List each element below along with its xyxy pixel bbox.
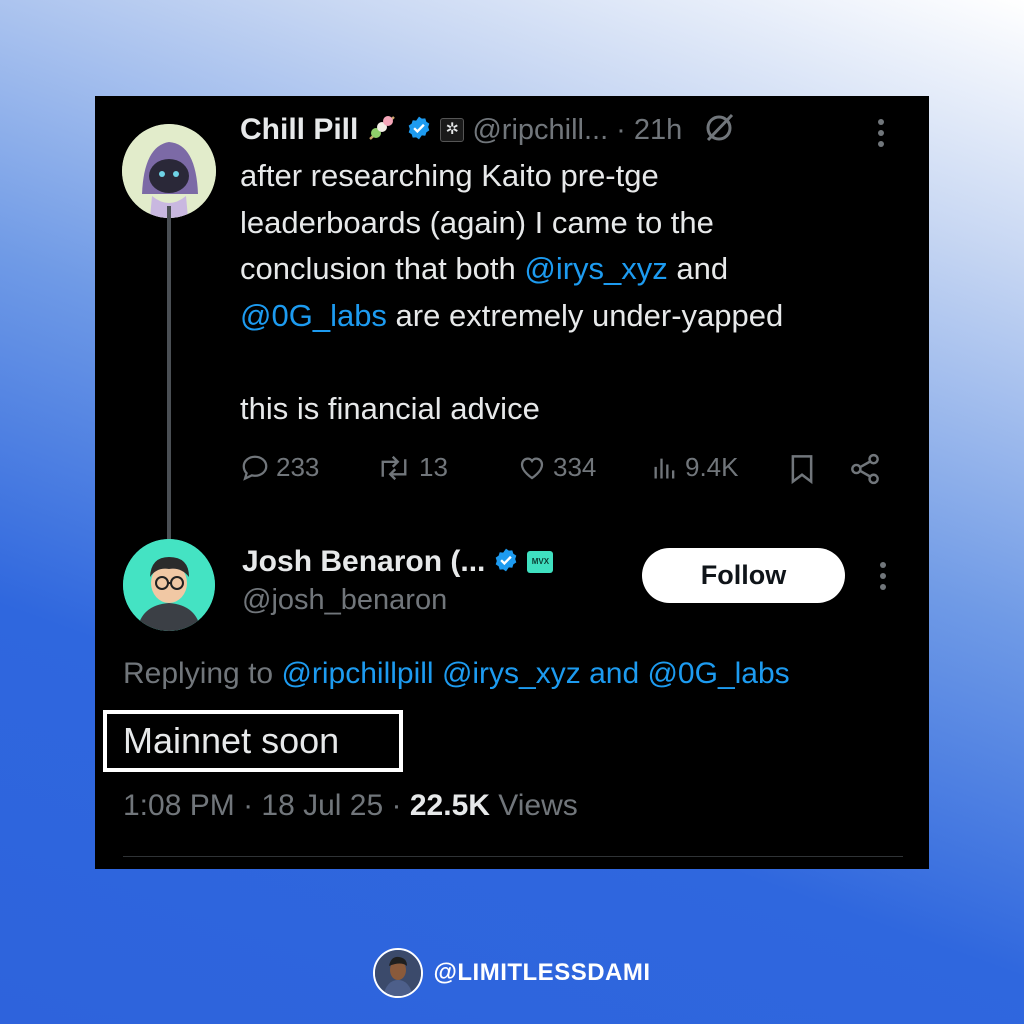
reply-author-name[interactable]: Josh Benaron (...: [242, 545, 485, 579]
divider: [123, 856, 903, 857]
replying-and: and: [580, 657, 648, 690]
avatar-illustration-icon: [122, 124, 216, 218]
separator-dot: ·: [243, 789, 254, 822]
reply-header: Josh Benaron (... MVX: [242, 542, 554, 582]
reply-icon: [242, 455, 268, 481]
mention-link[interactable]: @0G_labs: [647, 657, 789, 690]
repost-icon: [381, 455, 407, 480]
like-count: 334: [553, 452, 597, 482]
bookmark-icon[interactable]: [788, 453, 816, 490]
author-handle[interactable]: @ripchill...: [472, 114, 608, 147]
footer-credit: @LIMITLESSDAMI: [0, 943, 1024, 1003]
author-name[interactable]: Chill Pill: [240, 113, 358, 147]
tweet-screenshot-card: Chill Pill ✲ @ripchill... · 21h after re…: [95, 96, 929, 869]
reply-time[interactable]: 1:08 PM: [123, 789, 235, 822]
tweet-line: conclusion that both @irys_xyz and: [240, 246, 783, 293]
mention-link[interactable]: @ripchillpill: [281, 657, 433, 690]
replying-to-line: Replying to @ripchillpill @irys_xyz and …: [123, 657, 790, 691]
separator-dot: ·: [391, 789, 402, 822]
affiliate-badge-icon: ✲: [440, 118, 465, 142]
avatar-illustration-icon: [123, 539, 215, 631]
reply-action[interactable]: 233: [240, 452, 319, 483]
reply-count: 233: [276, 452, 320, 482]
repost-count: 13: [419, 452, 448, 482]
mention-link[interactable]: @irys_xyz: [524, 251, 667, 286]
repost-action[interactable]: 13: [375, 452, 448, 483]
tweet-text: and: [667, 251, 729, 286]
verified-badge-icon: [493, 547, 519, 578]
tweet-line: after researching Kaito pre-tge: [240, 158, 659, 193]
replying-to-label: Replying to: [123, 657, 282, 690]
tweet-header: Chill Pill ✲ @ripchill... · 21h: [240, 110, 736, 150]
person-illustration-icon: [375, 950, 422, 996]
grok-icon[interactable]: [702, 111, 736, 150]
reply-meta: 1:08 PM · 18 Jul 25 · 22.5K Views: [123, 789, 578, 823]
mention-link[interactable]: @0G_labs: [240, 298, 387, 333]
tweet-line: @0G_labs are extremely under-yapped: [240, 293, 783, 340]
footer-avatar: [373, 948, 424, 998]
reply-text: Mainnet soon: [123, 720, 340, 761]
more-options-icon[interactable]: [873, 116, 889, 155]
tweet-line: leaderboards (again) I came to the: [240, 204, 714, 240]
tweet-body: after researching Kaito pre-tge leaderbo…: [240, 153, 783, 432]
reply-date[interactable]: 18 Jul 25: [261, 789, 383, 822]
separator-dot: ·: [616, 113, 626, 146]
verified-badge-icon: [406, 115, 432, 146]
reply-author-handle[interactable]: @josh_benaron: [242, 584, 447, 617]
tweet-time[interactable]: 21h: [634, 114, 682, 147]
mention-link[interactable]: @irys_xyz: [442, 657, 581, 690]
josh-benaron-avatar[interactable]: [123, 539, 215, 631]
reply-views-count: 22.5K: [409, 789, 490, 822]
tweet-text: are extremely under-yapped: [386, 297, 784, 333]
chill-pill-avatar[interactable]: [122, 124, 216, 218]
footer-handle: @LIMITLESSDAMI: [433, 959, 651, 986]
reply-views-label: Views: [489, 789, 578, 822]
views-action[interactable]: 9.4K: [651, 452, 739, 483]
like-action[interactable]: 334: [517, 452, 596, 483]
tweet-line: this is financial advice: [240, 390, 540, 426]
views-chart-icon: [654, 458, 675, 478]
follow-button[interactable]: Follow: [642, 548, 845, 603]
emoji-dango-icon: [366, 113, 398, 148]
heart-icon: [520, 456, 544, 479]
tweet-text: conclusion that both: [240, 251, 525, 286]
view-count: 9.4K: [685, 452, 739, 482]
share-icon[interactable]: [848, 453, 882, 490]
more-options-icon[interactable]: [875, 559, 891, 598]
affiliate-badge-icon: MVX: [527, 551, 554, 573]
